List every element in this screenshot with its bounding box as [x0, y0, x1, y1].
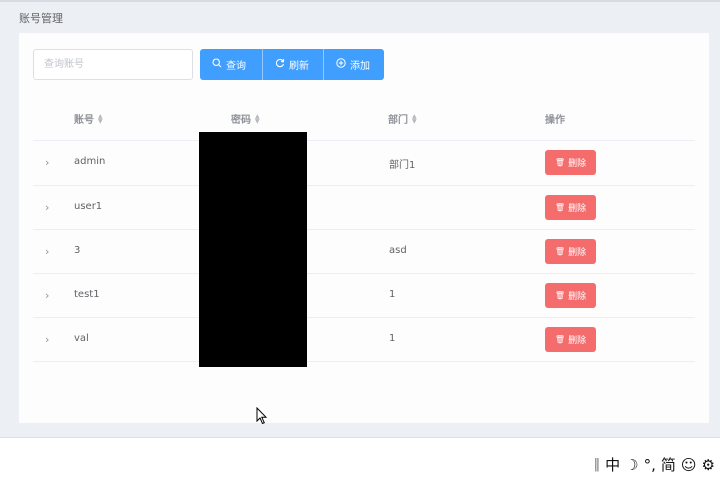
column-header-label: 账号 — [74, 115, 94, 126]
add-button[interactable]: 添加 — [323, 49, 384, 80]
department-cell: 1 — [389, 289, 396, 300]
delete-button[interactable]: 🗑 删除 — [545, 195, 596, 220]
delete-button[interactable]: 🗑 删除 — [545, 150, 596, 175]
moon-icon[interactable]: ☽ — [625, 456, 638, 474]
delete-button-label: 删除 — [568, 248, 587, 258]
ime-mode-toggle[interactable]: 中 — [605, 454, 620, 475]
search-input[interactable] — [33, 49, 193, 80]
table-row: › 3 asd 🗑 删除 — [33, 229, 695, 273]
column-header-department[interactable]: 部门 ▲ ▼ — [388, 111, 417, 126]
mouse-cursor-icon — [256, 407, 268, 425]
table-row: › user1 🗑 删除 — [33, 185, 695, 229]
table-bottom-border — [33, 361, 695, 362]
column-header-actions: 操作 — [545, 111, 565, 126]
delete-button-label: 删除 — [568, 336, 587, 346]
refresh-icon — [275, 58, 285, 71]
sort-icon[interactable]: ▲ ▼ — [412, 113, 417, 124]
column-header-password[interactable]: 密码 ▲ ▼ — [231, 111, 260, 126]
page-title: 账号管理 — [19, 12, 63, 25]
top-divider — [0, 0, 720, 2]
delete-button[interactable]: 🗑 删除 — [545, 239, 596, 264]
chevron-right-icon[interactable]: › — [45, 245, 49, 258]
account-cell: 3 — [74, 245, 81, 256]
delete-button-label: 删除 — [568, 292, 587, 302]
account-cell: test1 — [74, 289, 100, 300]
trash-icon: 🗑 — [554, 291, 566, 300]
ime-punctuation-toggle[interactable]: °, — [644, 456, 656, 474]
plus-circle-icon — [336, 58, 346, 71]
trash-icon: 🗑 — [554, 203, 566, 212]
toolbar-button-group: 查询 刷新 添加 — [200, 49, 384, 80]
delete-button-label: 删除 — [568, 159, 587, 169]
department-cell: 1 — [389, 333, 396, 344]
department-cell: asd — [389, 245, 407, 256]
query-button-label: 查询 — [226, 61, 246, 72]
sort-icon[interactable]: ▲ ▼ — [255, 113, 260, 124]
main-panel: 查询 刷新 添加 账号 ▲▼ 密码 ▲▼ 部门 ▲▼ 操作 › admin 部门… — [19, 33, 709, 423]
table-row: › val 1 🗑 删除 — [33, 317, 695, 361]
delete-button[interactable]: 🗑 删除 — [545, 283, 596, 308]
account-cell: user1 — [74, 201, 103, 212]
chevron-right-icon[interactable]: › — [45, 156, 49, 169]
smiley-icon[interactable]: ☺ — [681, 456, 697, 474]
refresh-button[interactable]: 刷新 — [262, 49, 323, 80]
trash-icon: 🗑 — [554, 247, 566, 256]
delete-button-label: 删除 — [568, 204, 587, 214]
column-header-label: 部门 — [388, 115, 408, 126]
column-header-label: 操作 — [545, 115, 565, 126]
chevron-right-icon[interactable]: › — [45, 289, 49, 302]
gear-icon[interactable]: ⚙ — [702, 456, 715, 474]
table-row: › admin 部门1 🗑 删除 — [33, 140, 695, 184]
ime-toolbar: ‖ 中 ☽ °, 简 ☺ ⚙ — [594, 454, 715, 475]
ime-script-toggle[interactable]: 简 — [661, 454, 676, 475]
search-icon — [212, 58, 222, 71]
sort-icon[interactable]: ▲ ▼ — [98, 113, 103, 124]
table-row: › test1 1 🗑 删除 — [33, 273, 695, 317]
account-cell: val — [74, 333, 89, 344]
trash-icon: 🗑 — [554, 335, 566, 344]
ime-drag-handle[interactable]: ‖ — [594, 457, 601, 472]
chevron-right-icon[interactable]: › — [45, 201, 49, 214]
add-button-label: 添加 — [350, 61, 370, 72]
delete-button[interactable]: 🗑 删除 — [545, 327, 596, 352]
redaction-block — [199, 132, 307, 367]
column-header-label: 密码 — [231, 115, 251, 126]
account-cell: admin — [74, 156, 106, 167]
trash-icon: 🗑 — [554, 158, 566, 167]
refresh-button-label: 刷新 — [289, 61, 309, 72]
department-cell: 部门1 — [389, 160, 416, 171]
column-header-account[interactable]: 账号 ▲ ▼ — [74, 111, 103, 126]
chevron-right-icon[interactable]: › — [45, 333, 49, 346]
query-button[interactable]: 查询 — [200, 49, 262, 80]
